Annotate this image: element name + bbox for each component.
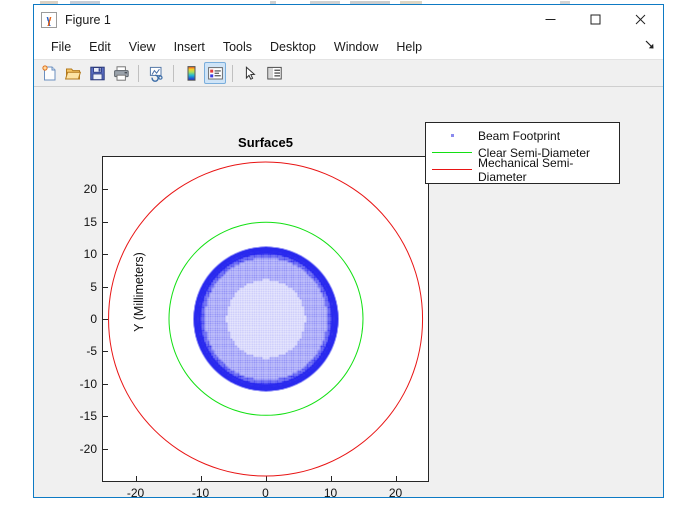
menu-edit[interactable]: Edit <box>80 37 120 57</box>
toolbar-separator <box>232 65 233 82</box>
toolbar-separator <box>173 65 174 82</box>
clear-semi-diameter-circle <box>168 222 363 416</box>
y-tick-label: -20 <box>80 442 97 456</box>
y-tick-mark <box>103 189 108 190</box>
plot-axes[interactable]: Y (Millimeters) 20151050-5-10-15-20 -20-… <box>102 156 429 482</box>
x-tick-label: 20 <box>389 486 402 497</box>
maximize-button[interactable] <box>573 5 618 34</box>
figure-canvas: Surface5 X (Millimeters) Y (Millimeters)… <box>34 87 663 497</box>
x-tick-label: -20 <box>127 486 144 497</box>
close-button[interactable] <box>618 5 663 34</box>
toolbar-separator <box>138 65 139 82</box>
x-tick-label: 0 <box>262 486 269 497</box>
link-plot-icon[interactable] <box>145 62 167 84</box>
menu-insert[interactable]: Insert <box>165 37 214 57</box>
x-tick-mark <box>136 476 137 481</box>
legend-dot-marker-icon <box>426 134 478 137</box>
legend-icon[interactable] <box>204 62 226 84</box>
y-tick-mark <box>103 287 108 288</box>
y-tick-mark <box>103 254 108 255</box>
y-tick-mark <box>103 222 108 223</box>
colorbar-icon[interactable] <box>180 62 202 84</box>
plot-browser-icon[interactable] <box>263 62 285 84</box>
x-tick-label: -10 <box>192 486 209 497</box>
x-tick-mark <box>331 476 332 481</box>
legend-label: Mechanical Semi-Diameter <box>478 156 619 184</box>
menu-tools[interactable]: Tools <box>214 37 261 57</box>
legend-label: Beam Footprint <box>478 129 560 143</box>
pointer-icon[interactable] <box>239 62 261 84</box>
legend-entry-mechanical-semi-diameter: Mechanical Semi-Diameter <box>426 161 619 178</box>
x-tick-mark <box>396 476 397 481</box>
minimize-button[interactable] <box>528 5 573 34</box>
menu-window[interactable]: Window <box>325 37 387 57</box>
menu-desktop[interactable]: Desktop <box>261 37 325 57</box>
x-tick-label: 10 <box>324 486 337 497</box>
x-tick-mark <box>201 476 202 481</box>
y-tick-mark <box>103 351 108 352</box>
matlab-figure-icon <box>41 12 57 28</box>
new-figure-icon[interactable] <box>38 62 60 84</box>
legend-line-marker-icon <box>426 152 478 153</box>
arrow-southeast-icon[interactable] <box>644 39 655 53</box>
y-tick-label: -5 <box>86 344 97 358</box>
y-tick-mark <box>103 449 108 450</box>
y-tick-label: 15 <box>84 215 97 229</box>
y-tick-label: 10 <box>84 247 97 261</box>
page-title: Surface5 <box>102 135 429 150</box>
menu-file[interactable]: File <box>42 37 80 57</box>
y-tick-label: -10 <box>80 377 97 391</box>
save-figure-icon[interactable] <box>86 62 108 84</box>
y-tick-mark <box>103 384 108 385</box>
y-tick-label: 20 <box>84 182 97 196</box>
window-controls <box>528 5 663 34</box>
legend-entry-beam-footprint: Beam Footprint <box>426 127 619 144</box>
toolbar <box>34 60 663 87</box>
y-tick-mark <box>103 416 108 417</box>
menu-bar: File Edit View Insert Tools Desktop Wind… <box>34 34 663 60</box>
title-bar: Figure 1 <box>34 5 663 34</box>
x-tick-mark <box>266 476 267 481</box>
y-tick-label: 5 <box>90 280 97 294</box>
screen: Figure 1 File Edit View Insert Tools Des… <box>0 0 685 506</box>
figure-window: Figure 1 File Edit View Insert Tools Des… <box>33 4 664 498</box>
window-title: Figure 1 <box>65 13 111 27</box>
y-tick-label: -15 <box>80 409 97 423</box>
legend[interactable]: Beam Footprint Clear Semi-Diameter Mecha… <box>425 122 620 184</box>
legend-line-marker-icon <box>426 169 478 170</box>
menu-view[interactable]: View <box>120 37 165 57</box>
open-file-icon[interactable] <box>62 62 84 84</box>
menu-help[interactable]: Help <box>387 37 431 57</box>
y-tick-label: 0 <box>90 312 97 326</box>
print-figure-icon[interactable] <box>110 62 132 84</box>
